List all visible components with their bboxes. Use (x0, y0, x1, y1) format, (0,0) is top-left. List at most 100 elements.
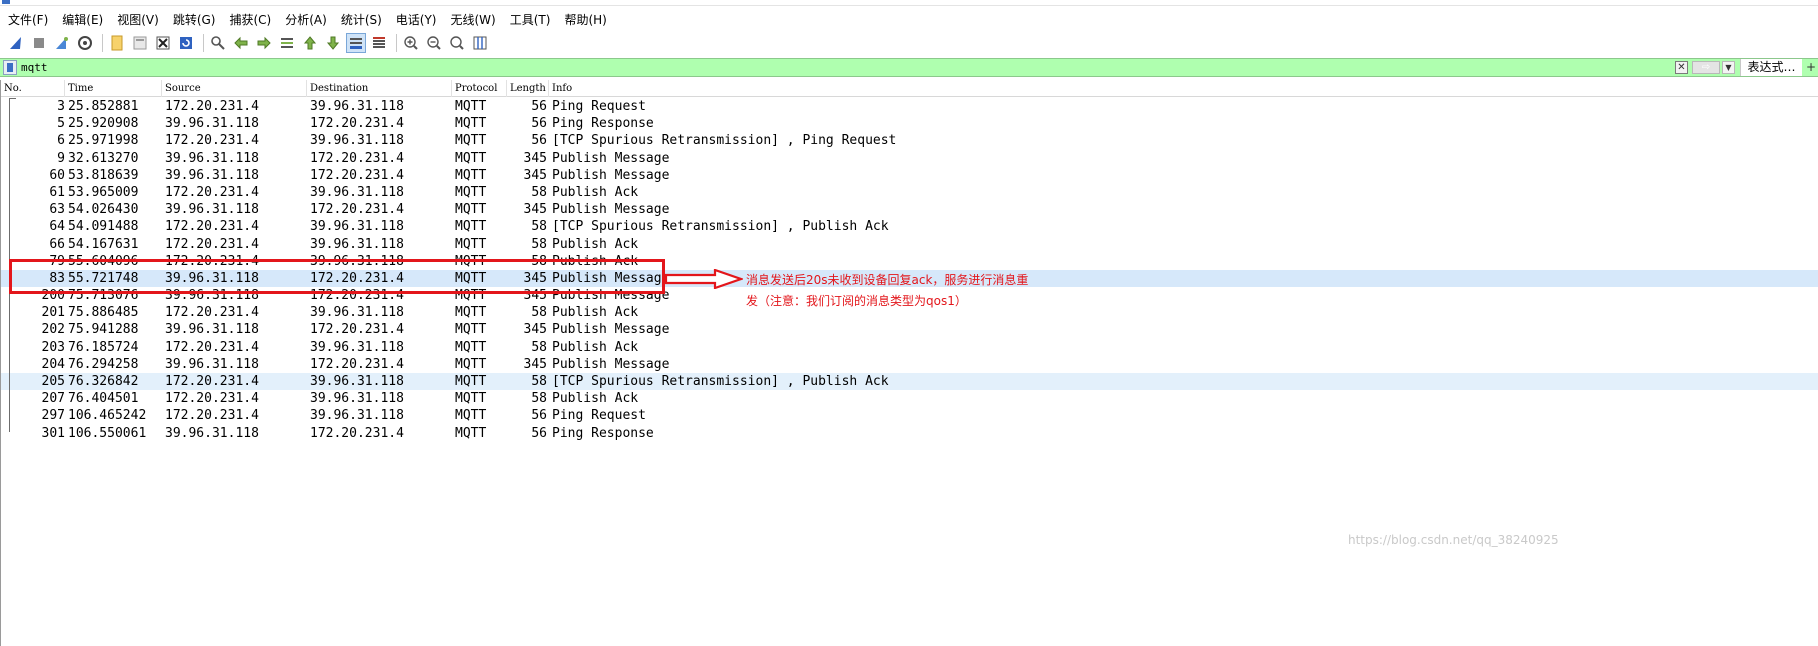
packet-destination: 39.96.31.118 (310, 99, 404, 114)
menu-telephony[interactable]: 电话(Y) (392, 9, 445, 30)
reload-file-button[interactable] (176, 33, 196, 53)
packet-time: 106.550061 (68, 425, 147, 441)
menu-view[interactable]: 视图(V) (113, 9, 167, 30)
packet-row[interactable]: 207 76.404501 172.20.231.4 39.96.31.118 MQTT… (1, 390, 1818, 407)
column-header-destination[interactable]: Destination (307, 80, 452, 97)
packet-length: 345 (523, 150, 547, 166)
normal-size-button[interactable] (447, 33, 467, 53)
packet-length: 58 (531, 391, 547, 407)
packet-row[interactable]: 5 25.920908 39.96.31.118 172.20.231.4 MQTT 56… (1, 115, 1818, 132)
filter-bookmark-button[interactable] (3, 60, 17, 75)
find-packet-button[interactable] (208, 33, 228, 53)
packet-list[interactable]: No. Time Source Destination Protocol Len… (0, 80, 1818, 646)
packet-row[interactable]: 60 53.818639 39.96.31.118 172.20.231.4 MQTT 3… (1, 167, 1818, 184)
packet-row[interactable]: 202 75.941288 39.96.31.118 172.20.231.4 MQTT… (1, 321, 1818, 338)
packet-info: Publish Ack (552, 184, 639, 200)
column-header-info[interactable]: Info (549, 80, 1818, 97)
column-header-protocol[interactable]: Protocol (452, 80, 507, 97)
stop-icon (34, 38, 44, 48)
column-header-no[interactable]: No. (1, 80, 65, 97)
stop-capture-button[interactable] (29, 33, 49, 53)
packet-row[interactable]: 63 54.026430 39.96.31.118 172.20.231.4 MQTT 3… (1, 201, 1818, 218)
packet-time: 75.886485 (68, 305, 139, 321)
save-file-button[interactable] (130, 33, 150, 53)
packet-row[interactable]: 3 25.852881 172.20.231.4 39.96.31.118 MQTT 56… (1, 98, 1818, 115)
colorize-icon (373, 37, 385, 48)
packet-row[interactable]: 6 25.971998 172.20.231.4 39.96.31.118 MQTT 56… (1, 132, 1818, 149)
packet-number: 63 (49, 202, 65, 218)
add-filter-button[interactable]: + (1806, 59, 1816, 76)
packet-destination: 172.20.231.4 (310, 202, 404, 218)
packet-row[interactable]: 9 32.613270 39.96.31.118 172.20.231.4 MQTT 34… (1, 150, 1818, 167)
packet-row[interactable]: 297 106.465242 172.20.231.4 39.96.31.118 MQT… (1, 407, 1818, 424)
packet-row[interactable]: 61 53.965009 172.20.231.4 39.96.31.118 MQTT 5… (1, 184, 1818, 201)
packet-number: 66 (49, 236, 65, 252)
packet-destination: 172.20.231.4 (310, 322, 404, 338)
capture-options-button[interactable] (75, 33, 95, 53)
packet-number: 301 (41, 425, 65, 441)
column-header-time[interactable]: Time (65, 80, 162, 97)
menu-help[interactable]: 帮助(H) (560, 9, 614, 30)
last-packet-button[interactable] (323, 33, 343, 53)
close-file-button[interactable] (153, 33, 173, 53)
packet-info: Publish Message (552, 322, 670, 338)
menu-edit[interactable]: 编辑(E) (58, 9, 111, 30)
packet-protocol: MQTT (455, 116, 487, 132)
menu-capture[interactable]: 捕获(C) (225, 9, 279, 30)
expression-button[interactable]: 表达式… (1740, 59, 1802, 76)
zoom-out-icon (427, 36, 441, 50)
close-icon: ✕ (1677, 62, 1686, 73)
start-capture-button[interactable] (6, 33, 26, 53)
packet-row[interactable]: 203 76.185724 172.20.231.4 39.96.31.118 MQTT… (1, 339, 1818, 356)
menu-analyze[interactable]: 分析(A) (281, 9, 335, 30)
zoom-in-button[interactable] (401, 33, 421, 53)
packet-destination: 172.20.231.4 (310, 425, 404, 441)
menu-go[interactable]: 跳转(G) (169, 9, 224, 30)
go-back-button[interactable] (231, 33, 251, 53)
packet-destination: 39.96.31.118 (310, 305, 404, 321)
colorize-button[interactable] (369, 33, 389, 53)
menu-tools[interactable]: 工具(T) (506, 9, 559, 30)
packet-row[interactable]: 66 54.167631 172.20.231.4 39.96.31.118 MQTT 5… (1, 236, 1818, 253)
column-header-length[interactable]: Length (507, 80, 549, 97)
packet-time: 25.971998 (68, 133, 139, 149)
packet-info: Publish Message (552, 356, 670, 372)
packet-row[interactable]: 205 76.326842 172.20.231.4 39.96.31.118 MQTT… (1, 373, 1818, 391)
packet-number: 5 (57, 116, 65, 132)
open-file-button[interactable] (107, 33, 127, 53)
close-file-icon (156, 36, 170, 50)
menu-wireless[interactable]: 无线(W) (447, 9, 504, 30)
packet-protocol: MQTT (455, 391, 487, 407)
filter-history-dropdown[interactable]: ▼ (1722, 61, 1735, 74)
packet-number: 207 (41, 391, 65, 407)
menu-statistics[interactable]: 统计(S) (337, 9, 390, 30)
first-packet-button[interactable] (300, 33, 320, 53)
go-to-packet-button[interactable] (277, 33, 297, 53)
file-icon (133, 36, 147, 50)
menu-file[interactable]: 文件(F) (4, 9, 56, 30)
packet-protocol: MQTT (455, 356, 487, 372)
packet-length: 56 (531, 99, 547, 114)
packet-row[interactable]: 64 54.091488 172.20.231.4 39.96.31.118 MQTT 5… (1, 218, 1818, 235)
apply-filter-button[interactable]: ⇨ (1692, 61, 1720, 74)
search-icon (211, 36, 225, 50)
restart-fin-icon (56, 37, 68, 49)
clear-filter-button[interactable]: ✕ (1675, 61, 1688, 74)
packet-protocol: MQTT (455, 374, 487, 389)
resize-columns-button[interactable] (470, 33, 490, 53)
auto-scroll-button[interactable] (346, 33, 366, 53)
display-filter-input[interactable] (21, 60, 1671, 75)
go-forward-button[interactable] (254, 33, 274, 53)
packet-protocol: MQTT (455, 150, 487, 166)
column-header-source[interactable]: Source (162, 80, 307, 97)
packet-row[interactable]: 301 106.550061 39.96.31.118 172.20.231.4 MQT… (1, 425, 1818, 442)
packet-row[interactable]: 204 76.294258 39.96.31.118 172.20.231.4 MQTT… (1, 356, 1818, 373)
packet-length: 56 (531, 408, 547, 424)
gear-icon (78, 36, 92, 50)
packet-info: Publish Ack (552, 339, 639, 355)
packet-info: Ping Request (552, 408, 646, 424)
packet-list-header: No. Time Source Destination Protocol Len… (1, 80, 1818, 97)
restart-capture-button[interactable] (52, 33, 72, 53)
zoom-out-button[interactable] (424, 33, 444, 53)
annotation-highlight-box (9, 259, 665, 294)
